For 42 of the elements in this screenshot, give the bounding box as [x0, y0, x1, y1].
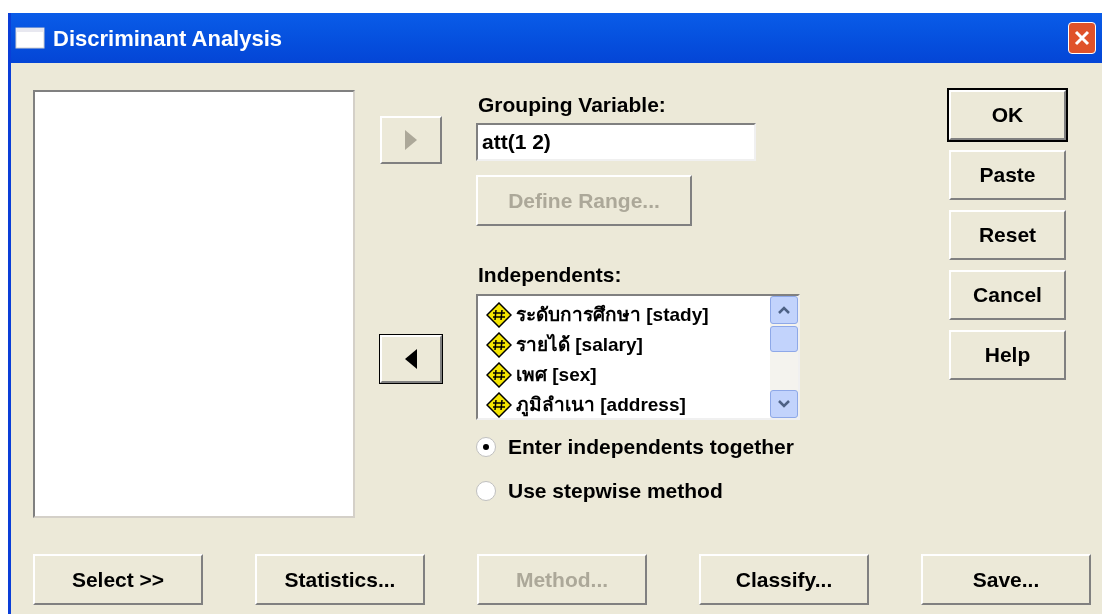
dialog-button[interactable]: Reset [949, 210, 1066, 260]
dialog-button[interactable]: Help [949, 330, 1066, 380]
radio-label: Use stepwise method [508, 478, 723, 504]
grouping-variable-label: Grouping Variable: [478, 92, 667, 118]
scrollbar[interactable] [770, 296, 798, 418]
scale-variable-icon [486, 362, 512, 388]
variable-name: ระดับการศึกษา [stady] [516, 302, 709, 327]
variable-list-item[interactable]: รายได้ [salary] [486, 330, 770, 360]
variable-name: รายได้ [salary] [516, 332, 643, 357]
dialog-button[interactable]: Select >> [33, 554, 203, 605]
dialog-button[interactable]: Paste [949, 150, 1066, 200]
grouping-variable-field[interactable]: att(1 2) [476, 123, 756, 161]
window-title: Discriminant Analysis [53, 24, 284, 53]
variable-list-item[interactable]: ภูมิลำเนา [address] [486, 390, 770, 418]
dialog-button[interactable]: OK [949, 90, 1066, 140]
right-triangle-icon [403, 128, 419, 152]
close-button[interactable] [1068, 22, 1096, 54]
scale-variable-icon [486, 302, 512, 328]
radio-label: Enter independents together [508, 434, 794, 460]
left-triangle-icon [403, 347, 419, 371]
variable-list-item[interactable]: ระดับการศึกษา [stady] [486, 300, 770, 330]
scroll-down-button[interactable] [770, 390, 798, 418]
scale-variable-icon [486, 332, 512, 358]
dialog-button[interactable]: Classify... [699, 554, 869, 605]
dialog-button[interactable]: Statistics... [255, 554, 425, 605]
down-chevron-icon [778, 400, 790, 408]
window-icon [15, 27, 45, 49]
variable-name: ภูมิลำเนา [address] [516, 392, 686, 418]
scroll-up-button[interactable] [770, 296, 798, 324]
arrow-button[interactable] [380, 335, 442, 383]
scroll-thumb[interactable] [770, 326, 798, 352]
radio-button[interactable] [476, 437, 496, 457]
up-chevron-icon [778, 306, 790, 314]
independents-label: Independents: [478, 262, 623, 288]
variable-name: เพศ [sex] [516, 362, 597, 387]
dialog-button[interactable]: Cancel [949, 270, 1066, 320]
scale-variable-icon [486, 392, 512, 418]
close-icon [1073, 29, 1091, 47]
independents-list[interactable]: ระดับการศึกษา [stady] รายได้ [salary] เพศ [sex] ภูมิลำเนา [address] [476, 294, 800, 420]
radio-button[interactable] [476, 481, 496, 501]
variable-list-item[interactable]: เพศ [sex] [486, 360, 770, 390]
dialog-button[interactable]: Save... [921, 554, 1091, 605]
